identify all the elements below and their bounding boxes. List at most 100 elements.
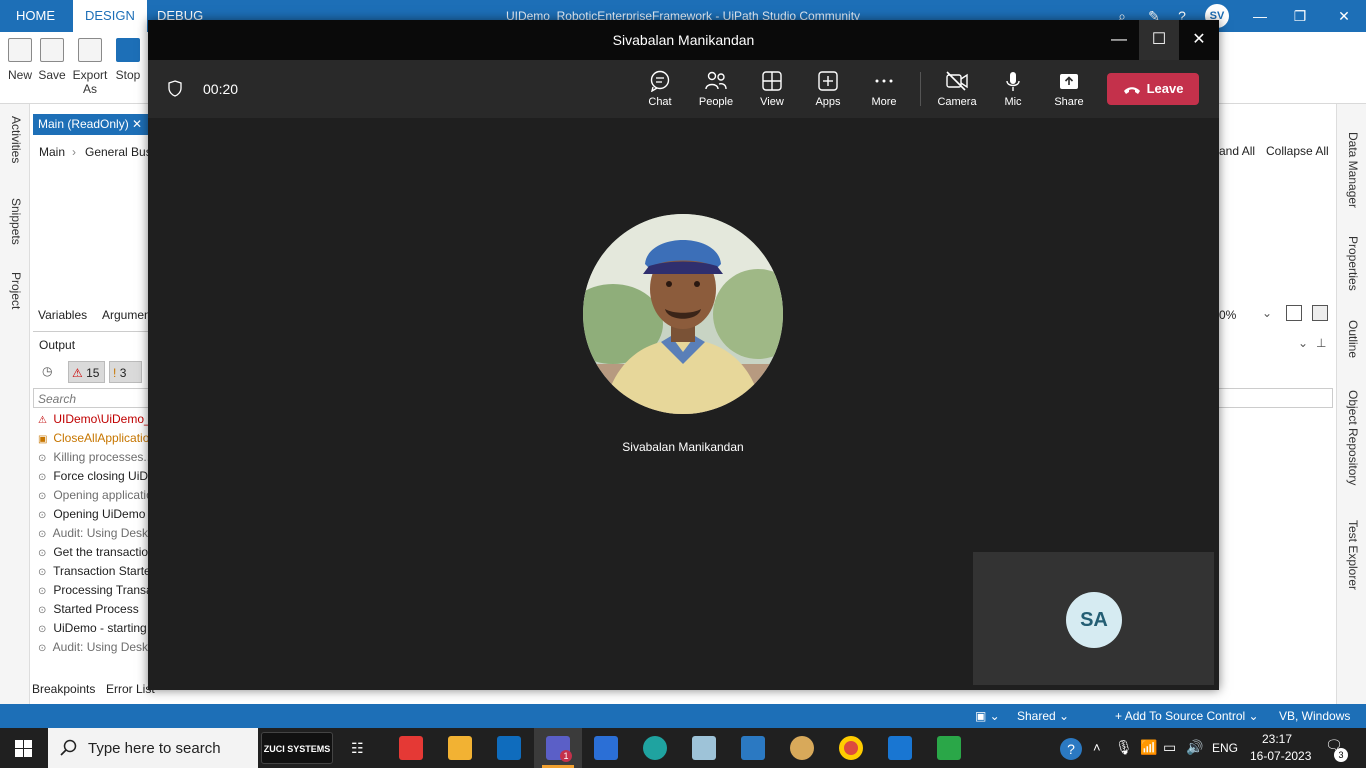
mic-button[interactable]: Mic [988,70,1038,108]
breadcrumb-main[interactable]: Main [39,145,65,159]
uipath-assistant-icon[interactable] [937,736,961,760]
volume-tray-icon[interactable]: 🔊 [1186,739,1203,756]
mic-tray-icon[interactable]: 🎙 [1115,739,1133,756]
close-icon[interactable]: ✕ [1334,6,1354,26]
collapse-all-link[interactable]: Collapse All [1266,144,1329,158]
shield-icon [168,80,182,97]
skype-app-icon[interactable] [888,736,912,760]
view-button[interactable]: View [747,70,797,108]
log-line[interactable]: ⊙ Force closing UiD [38,469,148,483]
photos-app-icon[interactable] [741,736,765,760]
log-line[interactable]: ⊙ Audit: Using Desk [38,526,148,540]
zoom-level[interactable]: 0% [1219,308,1236,322]
share-button[interactable]: Share [1044,70,1094,108]
log-line[interactable]: ⊙ Opening applicatio [38,488,148,502]
outline-tab[interactable]: Outline [1346,320,1360,358]
arguments-tab[interactable]: Argumen [102,308,151,322]
activities-panel-tab[interactable]: Activities [9,116,23,163]
expand-all-link[interactable]: and All [1219,144,1255,158]
export-icon [78,38,102,62]
export-as-button[interactable]: Export As [68,38,112,96]
wifi-tray-icon[interactable]: 📶 [1140,739,1157,756]
teams-minimize-icon[interactable]: — [1099,20,1139,60]
log-line[interactable]: ⊙ Started Process [38,602,148,616]
self-video-tile[interactable]: SA [973,552,1214,685]
add-to-source-control-button[interactable]: + Add To Source Control ⌄ [1115,709,1259,723]
pin-icon[interactable]: ⊥ [1316,336,1326,350]
output-search-input[interactable]: Search [38,392,76,406]
teams-close-icon[interactable]: ✕ [1179,20,1219,60]
warnings-filter[interactable]: ! 3 [109,361,142,383]
menu-home[interactable]: HOME [4,0,67,32]
edge-browser-icon[interactable] [643,736,667,760]
notepad-app-icon[interactable] [692,736,716,760]
fit-to-screen-icon[interactable] [1286,305,1302,321]
log-line[interactable]: ⊙ Killing processes... [38,450,148,464]
leave-button[interactable]: Leave [1107,73,1199,105]
anydesk-app-icon[interactable] [399,736,423,760]
close-tab-icon[interactable]: ✕ [132,117,142,131]
windows-start-icon[interactable] [15,740,32,757]
log-line[interactable]: ▣ CloseAllApplicatio [38,431,148,445]
data-manager-tab[interactable]: Data Manager [1346,132,1360,208]
paint-app-icon[interactable] [790,736,814,760]
breadcrumb-sequence[interactable]: General Bus [85,145,152,159]
people-button[interactable]: People [691,70,741,108]
help-tray-icon[interactable]: ? [1060,738,1082,760]
toolbar-divider [920,72,921,106]
maximize-icon[interactable]: ❐ [1290,6,1310,26]
stop-button[interactable]: Stop [108,38,148,82]
clock-time[interactable]: 23:17 [1262,732,1292,746]
zoom-dropdown-icon[interactable]: ⌄ [1262,306,1272,320]
chat-button[interactable]: Chat [635,70,685,108]
object-repository-tab[interactable]: Object Repository [1346,390,1360,485]
taskbar-search-input[interactable]: Type here to search [88,740,221,757]
teams-title-bar: Sivabalan Manikandan — ☐ ✕ [148,20,1219,60]
log-text: UIDemo\UiDemo_ [53,412,148,426]
overview-icon[interactable] [1312,305,1328,321]
breakpoints-tab[interactable]: Breakpoints [32,682,95,696]
log-line[interactable]: ⚠ UIDemo\UiDemo_ [38,412,148,426]
clock-icon[interactable]: ◷ [42,364,52,378]
shared-status[interactable]: Shared ⌄ [1017,709,1069,723]
zuci-logo[interactable]: ZUCI SYSTEMS [261,732,333,764]
chrome-browser-icon[interactable] [839,736,863,760]
apps-button[interactable]: Apps [803,70,853,108]
menu-design[interactable]: DESIGN [73,0,147,32]
orchestrator-icon[interactable]: ▣ ⌄ [975,709,1000,723]
output-menu-icon[interactable]: ⌄ [1298,336,1308,350]
log-line[interactable]: ⊙ Get the transactio [38,545,148,559]
taskbar-search-box[interactable]: Type here to search [48,728,258,768]
log-line[interactable]: ⊙ UiDemo - starting [38,621,148,635]
log-line[interactable]: ⊙ Transaction Starte [38,564,148,578]
properties-tab[interactable]: Properties [1346,236,1360,291]
power-automate-icon[interactable] [594,736,618,760]
errors-filter[interactable]: ⚠ 15 [68,361,105,383]
main-workflow-tab[interactable]: Main (ReadOnly) ✕ [33,114,149,135]
outlook-icon[interactable] [497,736,521,760]
input-language[interactable]: ENG [1212,741,1238,755]
teams-maximize-icon[interactable]: ☐ [1139,20,1179,60]
project-panel-tab[interactable]: Project [9,272,23,309]
camera-button[interactable]: Camera [932,70,982,108]
test-explorer-tab[interactable]: Test Explorer [1346,520,1360,590]
minimize-icon[interactable]: — [1250,6,1270,26]
save-button[interactable]: Save [32,38,72,82]
more-button[interactable]: More [859,70,909,108]
file-explorer-icon[interactable] [448,736,472,760]
variables-tab[interactable]: Variables [38,308,87,322]
clock-date[interactable]: 16-07-2023 [1250,749,1311,763]
log-line[interactable]: ⊙ Processing Transa [38,583,148,597]
log-line[interactable]: ⊙ Audit: Using Desk [38,640,148,654]
output-search-box-right[interactable] [1219,388,1333,408]
snippets-panel-tab[interactable]: Snippets [9,198,23,245]
tray-chevron-icon[interactable]: ˄ [1093,740,1101,755]
right-panel-strip: Data Manager Properties Outline Object R… [1336,104,1366,704]
stop-icon [116,38,140,62]
save-icon [40,38,64,62]
battery-tray-icon[interactable]: ▭ [1163,739,1176,756]
task-view-icon[interactable]: ☷ [351,740,364,757]
output-search-box[interactable]: Search [33,388,149,408]
teams-taskbar-slot[interactable]: 1 [534,728,582,768]
log-line[interactable]: ⊙ Opening UiDemo [38,507,148,521]
